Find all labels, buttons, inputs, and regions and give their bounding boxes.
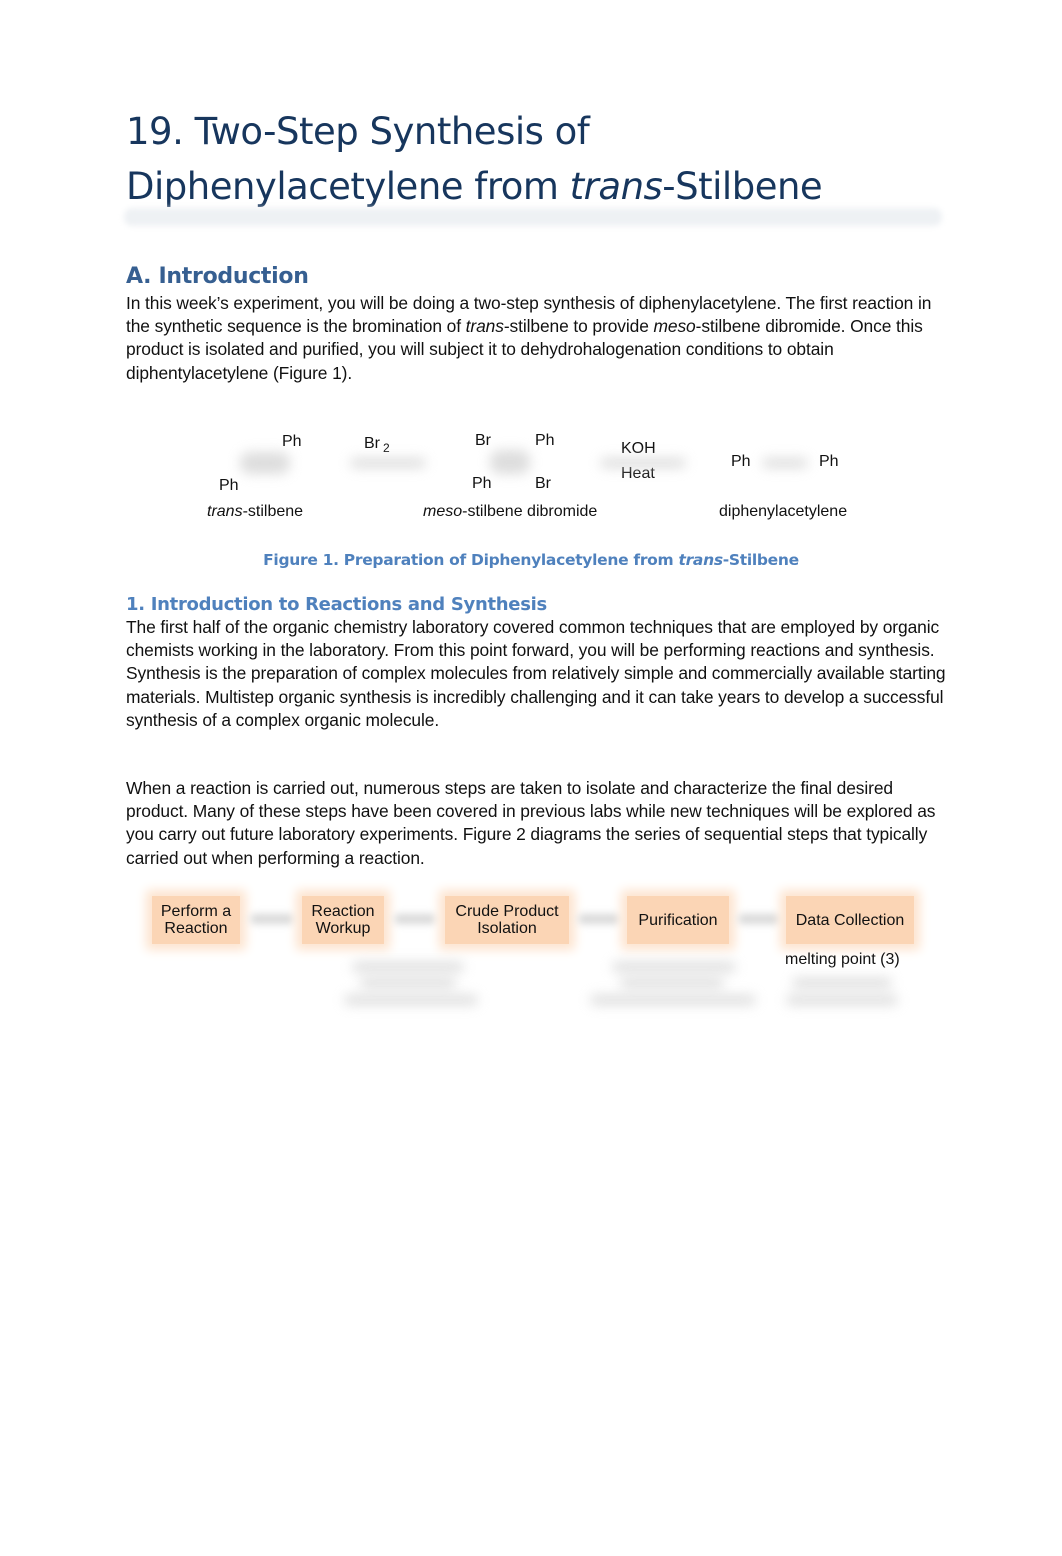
intro-heading: A. Introduction bbox=[126, 264, 309, 289]
title-divider bbox=[124, 208, 942, 226]
intro-paragraph: In this week’s experiment, you will be d… bbox=[126, 292, 946, 385]
caption-prefix: Figure 1. Preparation of Diphenylacetyle… bbox=[263, 551, 679, 569]
section-1-paragraph-2: When a reaction is carried out, numerous… bbox=[126, 778, 936, 868]
reagent-koh: KOH bbox=[621, 440, 656, 457]
trans-label-rest: -stilbene bbox=[242, 503, 304, 520]
title-italic: trans bbox=[569, 165, 663, 208]
flow-step-text: Data Collection bbox=[795, 911, 905, 929]
intro-text-b: -stilbene to provide bbox=[503, 316, 654, 337]
purification-note-blurred bbox=[612, 962, 736, 972]
dibromide-ph-top: Ph bbox=[535, 432, 555, 449]
flow-step-text: Purification bbox=[638, 911, 718, 929]
product-label: diphenylacetylene bbox=[719, 503, 848, 520]
trans-stilbene-label: trans-stilbene bbox=[207, 503, 303, 521]
dibromide-br-top: Br bbox=[475, 432, 491, 449]
flow-arrow bbox=[578, 914, 620, 924]
flow-step-text: Reaction bbox=[311, 903, 375, 920]
flow-step-perform-reaction: Perform a Reaction bbox=[152, 896, 240, 944]
flow-step-text: Reaction bbox=[164, 920, 228, 937]
page-title: 19. Two-Step Synthesis of Diphenylacetyl… bbox=[126, 104, 823, 214]
dibromide-structure bbox=[490, 450, 530, 474]
purification-note-blurred bbox=[620, 978, 724, 988]
dibromide-label: meso-stilbene dibromide bbox=[423, 503, 597, 521]
intro-italic-meso: meso bbox=[653, 316, 696, 337]
dibromide-label-italic: meso bbox=[423, 503, 463, 520]
trans-label-italic: trans bbox=[207, 503, 243, 520]
flow-step-text: Crude Product bbox=[455, 903, 559, 920]
reaction-arrow-1 bbox=[350, 458, 426, 468]
section-1-heading: 1. Introduction to Reactions and Synthes… bbox=[126, 594, 547, 615]
flow-arrow bbox=[394, 914, 436, 924]
title-line-2-suffix: -Stilbene bbox=[662, 165, 823, 208]
workup-note-blurred bbox=[344, 995, 478, 1005]
flow-arrow bbox=[738, 914, 780, 924]
flow-step-crude-isolation: Crude Product Isolation bbox=[445, 896, 569, 944]
product-ph-right: Ph bbox=[819, 453, 839, 470]
caption-suffix: -Stilbene bbox=[722, 551, 799, 569]
data-collection-note: melting point (3) bbox=[785, 951, 900, 968]
figure-1-caption: Figure 1. Preparation of Diphenylacetyle… bbox=[0, 551, 1062, 569]
title-line-1: 19. Two-Step Synthesis of bbox=[126, 110, 590, 153]
trans-stilbene-ph-bottom: Ph bbox=[219, 477, 239, 494]
flow-step-text: Perform a bbox=[160, 903, 232, 920]
purification-note-blurred bbox=[590, 995, 756, 1005]
dibromide-label-rest: -stilbene dibromide bbox=[462, 503, 598, 520]
title-line-2-prefix: Diphenylacetylene from bbox=[126, 165, 570, 208]
trans-stilbene-ph-top: Ph bbox=[282, 433, 302, 450]
flow-step-purification: Purification bbox=[627, 896, 729, 944]
caption-italic: trans bbox=[678, 551, 723, 569]
trans-stilbene-structure bbox=[240, 452, 290, 474]
flow-step-text: Workup bbox=[315, 920, 371, 937]
reagent-subscript: 2 bbox=[383, 441, 390, 455]
workup-note-blurred bbox=[360, 978, 456, 988]
flow-step-data-collection: Data Collection bbox=[786, 896, 914, 944]
flow-arrow bbox=[250, 914, 294, 924]
flow-step-text: Isolation bbox=[477, 920, 537, 937]
section-1-paragraph-1: The first half of the organic chemistry … bbox=[126, 617, 946, 730]
dibromide-br-bottom: Br bbox=[535, 475, 551, 492]
flow-step-reaction-workup: Reaction Workup bbox=[302, 896, 384, 944]
workup-note-blurred bbox=[352, 962, 464, 972]
dibromide-ph-bottom: Ph bbox=[472, 475, 492, 492]
reagent-br: Br bbox=[364, 435, 380, 452]
product-ph-left: Ph bbox=[731, 453, 751, 470]
reagent-br2: Br 2 bbox=[364, 435, 390, 455]
intro-italic-trans: trans bbox=[465, 316, 504, 337]
data-collection-note-blurred bbox=[792, 978, 892, 988]
alkyne-triple-bond bbox=[762, 458, 808, 468]
reaction-arrow-2 bbox=[600, 458, 686, 468]
data-collection-note-blurred bbox=[786, 995, 898, 1005]
